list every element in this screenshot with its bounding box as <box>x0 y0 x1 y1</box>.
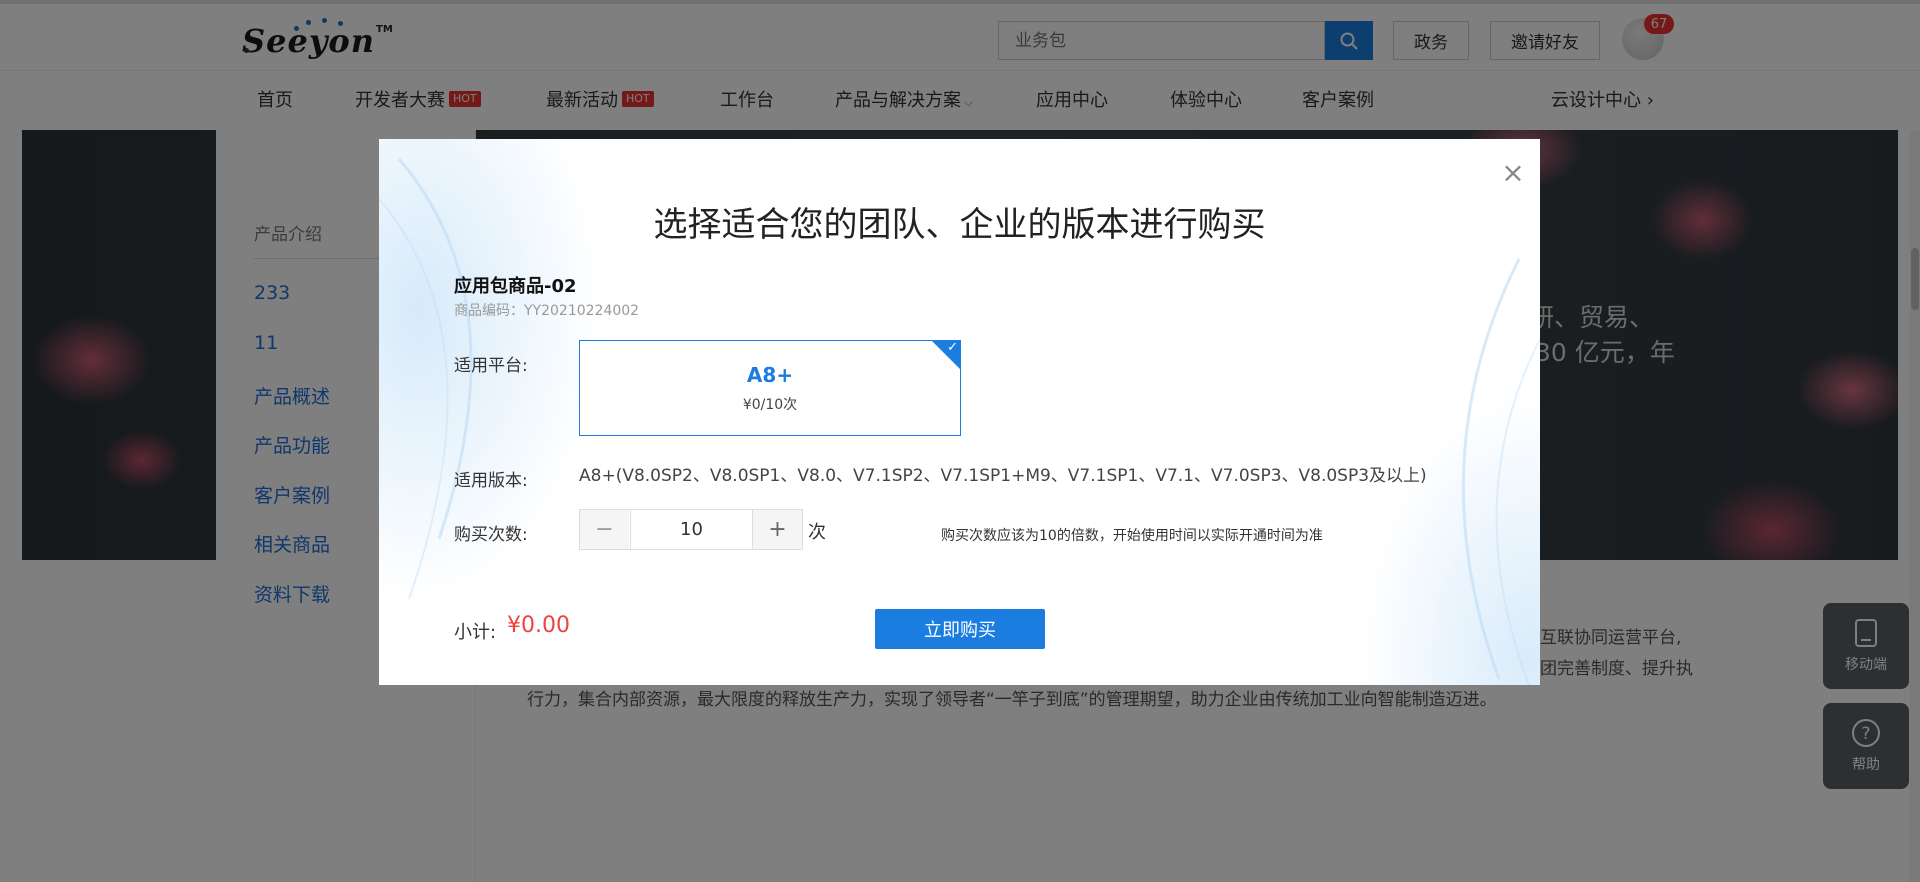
platform-name: A8+ <box>746 363 794 387</box>
quantity-unit: 次 <box>808 522 826 543</box>
quantity-stepper: − 10 + <box>579 509 803 550</box>
buy-now-button[interactable]: 立即购买 <box>875 609 1045 649</box>
quantity-hint: 购买次数应该为10的倍数，开始使用时间以实际开通时间为准 <box>941 528 1323 544</box>
supported-versions: A8+(V8.0SP2、V8.0SP1、V8.0、V7.1SP2、V7.1SP1… <box>579 466 1427 486</box>
purchase-modal: × 选择适合您的团队、企业的版本进行购买 应用包商品-02 商品编码：YY202… <box>379 139 1540 685</box>
close-icon[interactable]: × <box>1501 159 1525 187</box>
check-icon: ✓ <box>947 340 958 355</box>
subtotal-label: 小计: <box>454 622 497 643</box>
platform-label: 适用平台: <box>454 356 528 376</box>
quantity-input[interactable]: 10 <box>630 510 753 549</box>
quantity-label: 购买次数: <box>454 525 528 545</box>
increment-button[interactable]: + <box>753 510 802 549</box>
modal-title: 选择适合您的团队、企业的版本进行购买 <box>653 205 1266 245</box>
version-label: 适用版本: <box>454 471 528 491</box>
platform-option-a8plus[interactable]: A8+ ¥0/10次 ✓ <box>579 340 961 436</box>
subtotal-value: ¥0.00 <box>507 613 570 638</box>
product-code: 商品编码：YY20210224002 <box>454 303 640 319</box>
product-name: 应用包商品-02 <box>454 276 577 297</box>
decrement-button[interactable]: − <box>580 510 629 549</box>
platform-price: ¥0/10次 <box>742 397 798 413</box>
